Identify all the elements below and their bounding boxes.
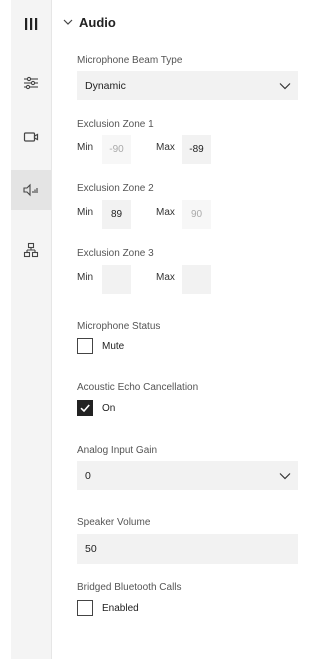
beam-type-label: Microphone Beam Type — [77, 55, 183, 66]
zone2-label: Exclusion Zone 2 — [77, 183, 154, 194]
zone3-label: Exclusion Zone 3 — [77, 248, 154, 259]
audio-settings-panel: Audio Microphone Beam Type Dynamic Exclu… — [61, 0, 298, 659]
zone3-min-input[interactable] — [102, 265, 131, 294]
zone1-max-label: Max — [156, 142, 175, 153]
zone1-max-input[interactable]: -89 — [182, 135, 211, 164]
zone2-max-input[interactable]: 90 — [182, 200, 211, 229]
gain-select[interactable]: 0 — [77, 461, 298, 490]
bluetooth-calls-label: Bridged Bluetooth Calls — [77, 582, 182, 593]
speaker-volume-input[interactable]: 50 — [77, 534, 298, 564]
zone3-max-label: Max — [156, 272, 175, 283]
mic-status-label: Microphone Status — [77, 321, 161, 332]
bluetooth-enabled-label: Enabled — [102, 602, 139, 614]
zone1-min-label: Min — [77, 142, 94, 153]
camera-icon[interactable] — [11, 117, 51, 157]
side-navigation-rail — [11, 0, 52, 659]
chevron-down-icon — [63, 19, 73, 25]
bluetooth-enabled-checkbox[interactable] — [77, 600, 93, 616]
speaker-volume-value: 50 — [85, 543, 97, 555]
zone2-min-label: Min — [77, 207, 94, 218]
beam-type-value: Dynamic — [85, 79, 126, 92]
chevron-down-icon — [279, 473, 291, 480]
zone2-row: Min 89 Max 90 — [77, 200, 298, 229]
zone2-max-label: Max — [156, 207, 175, 218]
gain-label: Analog Input Gain — [77, 445, 158, 456]
aec-on-label: On — [102, 402, 116, 414]
section-title: Audio — [79, 14, 116, 30]
zone3-min-label: Min — [77, 272, 94, 283]
mute-label: Mute — [102, 340, 125, 352]
aec-checkbox[interactable] — [77, 400, 93, 416]
zone3-row: Min Max — [77, 265, 298, 294]
bluetooth-checkbox-row[interactable]: Enabled — [77, 599, 139, 617]
beam-type-select[interactable]: Dynamic — [77, 71, 298, 100]
speaker-volume-label: Speaker Volume — [77, 517, 151, 528]
zone1-min-input[interactable]: -90 — [102, 135, 131, 164]
mute-checkbox[interactable] — [77, 338, 93, 354]
checkmark-icon — [80, 404, 90, 413]
aec-label: Acoustic Echo Cancellation — [77, 382, 199, 393]
aec-checkbox-row[interactable]: On — [77, 399, 115, 417]
zone1-min-value: -90 — [109, 144, 124, 155]
menu-bars-icon[interactable] — [11, 4, 51, 44]
mute-checkbox-row[interactable]: Mute — [77, 337, 124, 355]
zone2-max-value: 90 — [190, 209, 203, 220]
audio-section-header[interactable]: Audio — [61, 12, 116, 32]
network-icon[interactable] — [11, 230, 51, 270]
chevron-down-icon — [279, 83, 291, 90]
zone1-label: Exclusion Zone 1 — [77, 119, 154, 130]
gain-value: 0 — [85, 469, 91, 482]
sliders-icon[interactable] — [11, 63, 51, 103]
zone2-min-value: 89 — [110, 209, 123, 220]
speaker-icon[interactable] — [11, 170, 51, 210]
zone2-min-input[interactable]: 89 — [102, 200, 131, 229]
zone3-max-input[interactable] — [182, 265, 211, 294]
zone1-max-value: -89 — [189, 144, 204, 155]
zone1-row: Min -90 Max -89 — [77, 135, 298, 164]
